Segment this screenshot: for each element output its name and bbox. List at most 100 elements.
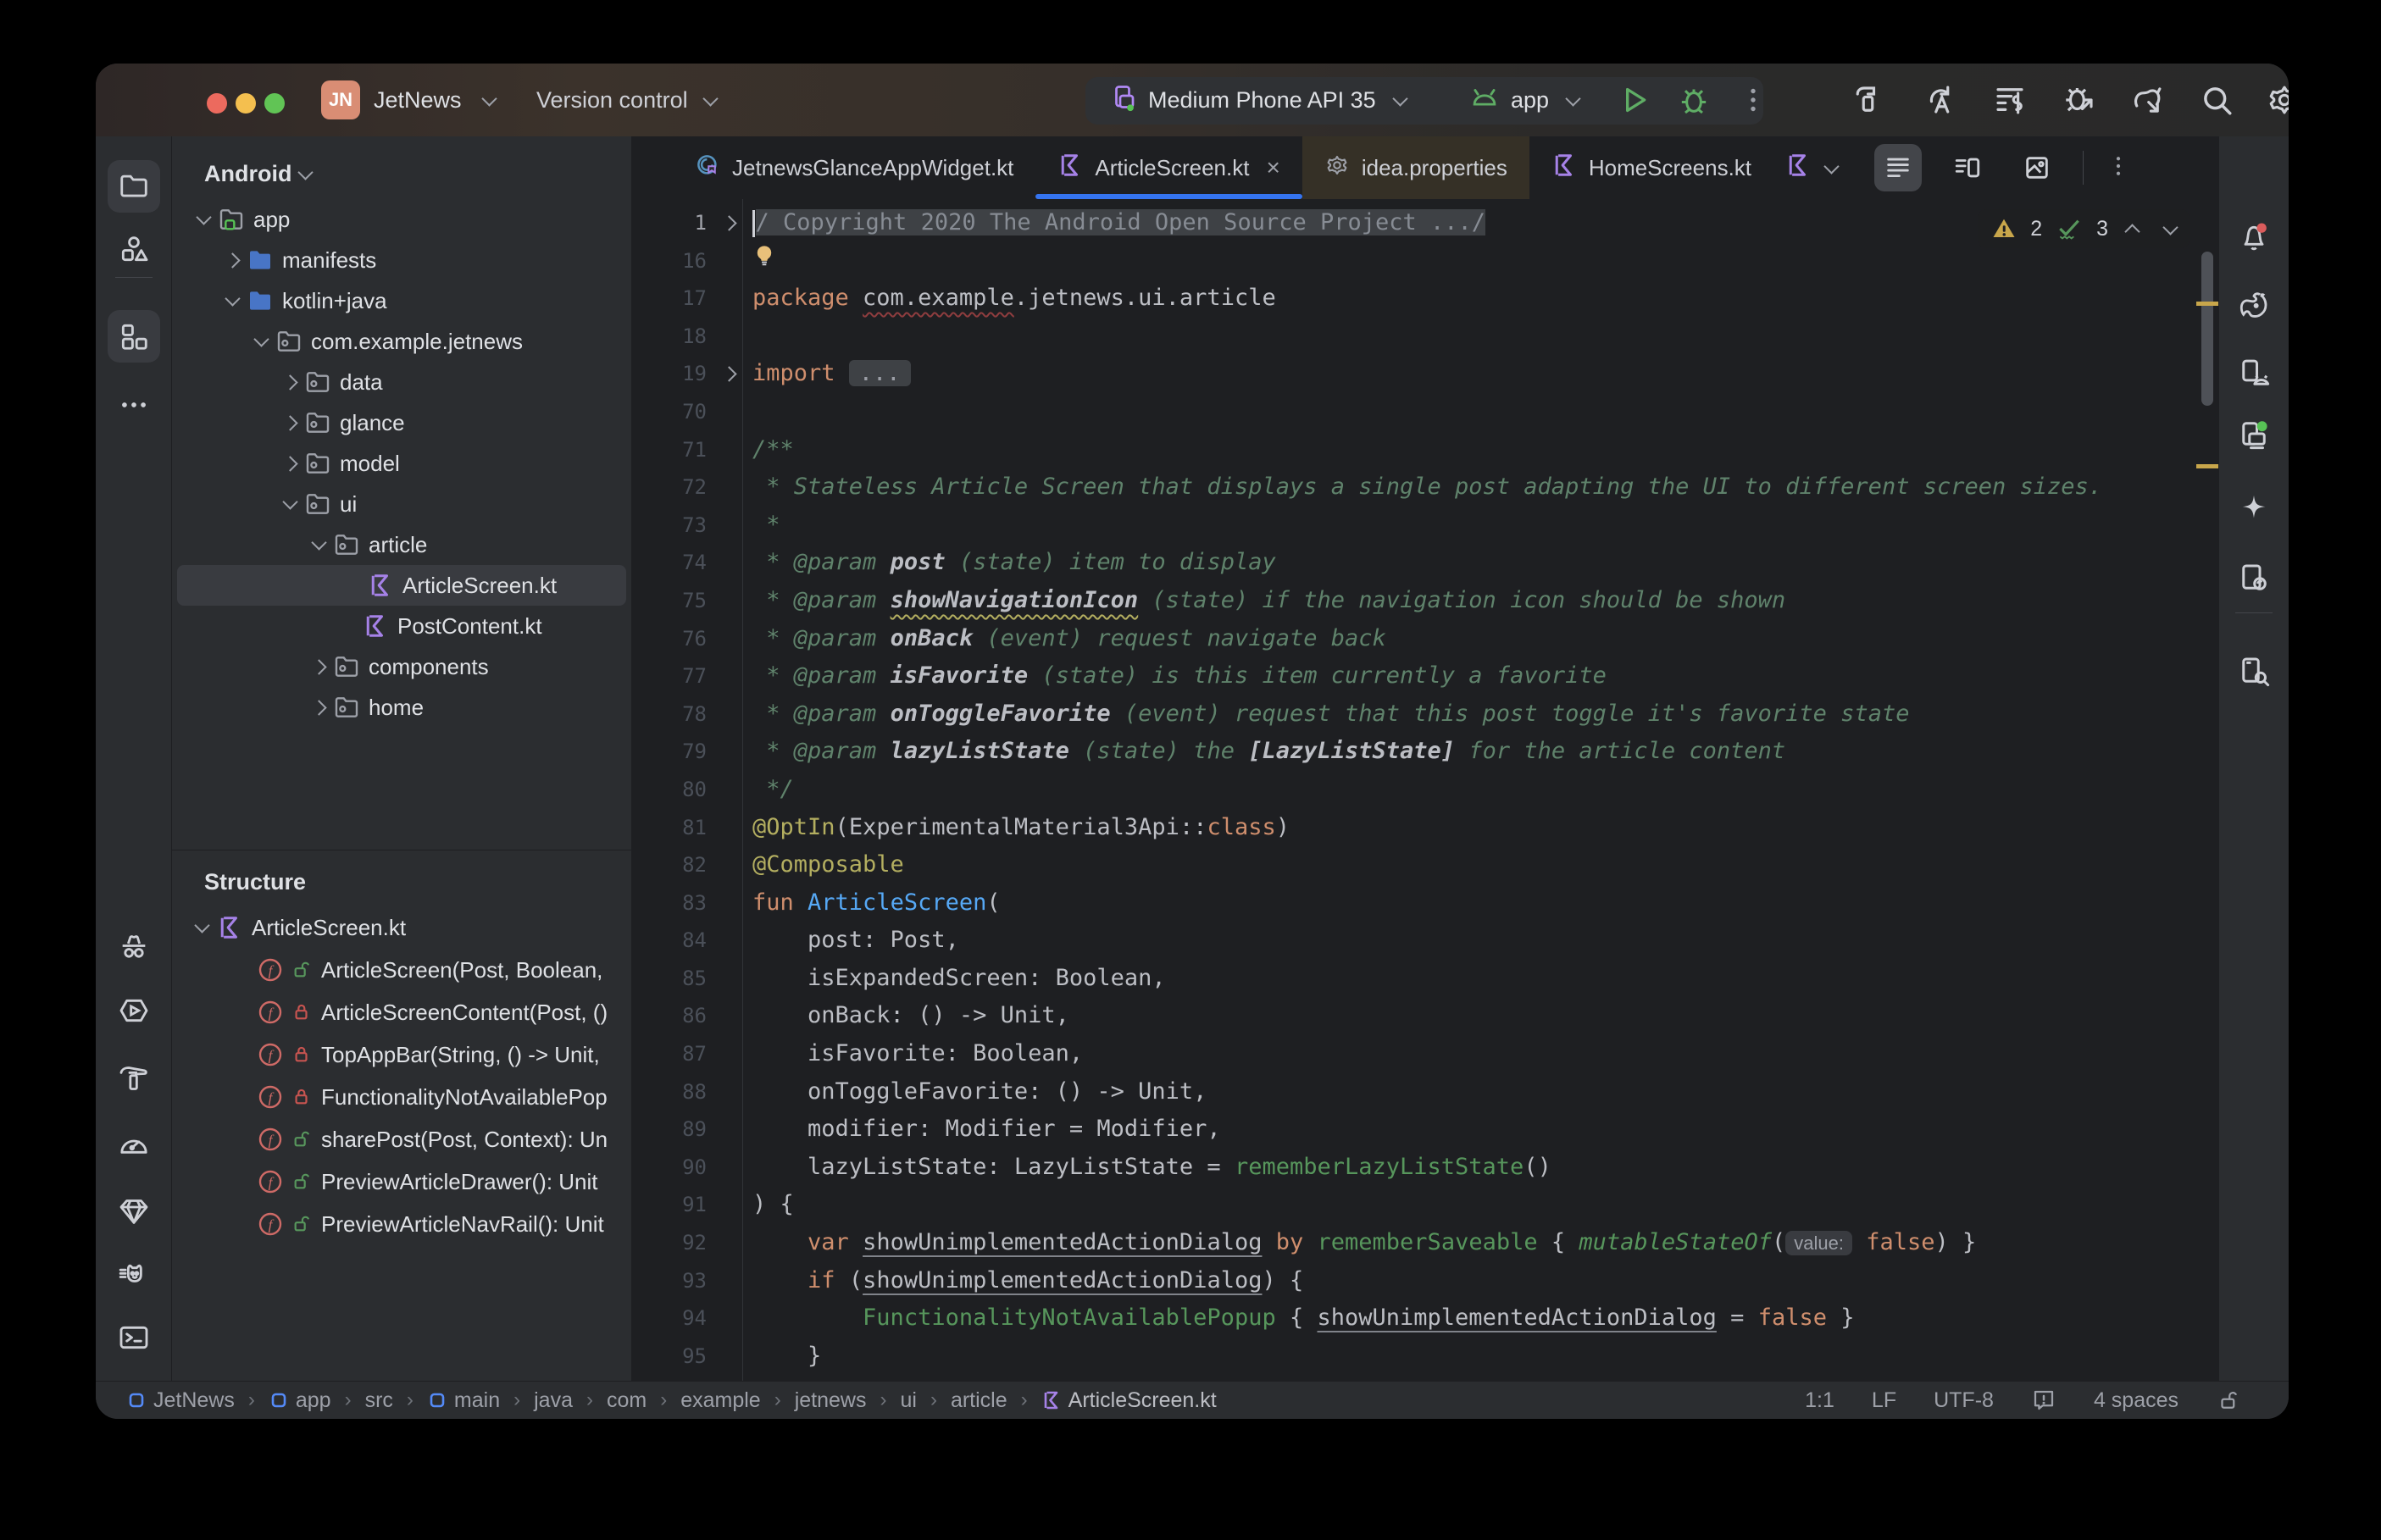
sync-project-button[interactable] [1923, 64, 1958, 136]
tree-collapsed-chevron[interactable] [221, 255, 243, 266]
code-line-84[interactable]: 84 post: Post, [632, 922, 2218, 960]
inspections-widget[interactable]: 2 3 [1978, 209, 2190, 248]
structure-item[interactable]: f TopAppBar(String, () -> Unit, [172, 1033, 631, 1076]
line-number[interactable]: 1 [632, 204, 707, 242]
tree-collapsed-chevron[interactable] [279, 458, 301, 469]
device-mirror-button[interactable] [2129, 64, 2165, 136]
profiler-button[interactable] [1992, 64, 2028, 136]
code-line-82[interactable]: 82 @Composable [632, 846, 2218, 884]
structure-item[interactable]: f FunctionalityNotAvailablePop [172, 1076, 631, 1118]
logcat-tool-icon[interactable] [108, 1249, 160, 1301]
line-number[interactable]: 16 [632, 242, 707, 280]
code-line-88[interactable]: 88 onToggleFavorite: () -> Unit, [632, 1073, 2218, 1111]
tree-item-ArticleScreen.kt[interactable]: ArticleScreen.kt [177, 565, 626, 606]
tree-item-PostContent.kt[interactable]: PostContent.kt [172, 606, 631, 646]
code-line-90[interactable]: 90 lazyListState: LazyListState = rememb… [632, 1149, 2218, 1187]
maximize-window-button[interactable] [264, 93, 285, 114]
code-line-19[interactable]: 19 import ... [632, 355, 2218, 393]
tree-item-com.example.jetnews[interactable]: com.example.jetnews [172, 321, 631, 362]
code-line-94[interactable]: 94 FunctionalityNotAvailablePopup { show… [632, 1299, 2218, 1338]
code-line-72[interactable]: 72 * Stateless Article Screen that displ… [632, 468, 2218, 507]
run-configuration-selector[interactable]: app [1468, 64, 1579, 136]
code-line-17[interactable]: 17 package com.example.jetnews.ui.articl… [632, 280, 2218, 318]
breadcrumb-item-com[interactable]: com [607, 1388, 647, 1413]
breadcrumb-item-ui[interactable]: ui [900, 1388, 916, 1413]
line-number[interactable]: 85 [632, 960, 707, 998]
tree-item-article[interactable]: article [172, 524, 631, 565]
breadcrumb-item-article[interactable]: article [951, 1388, 1007, 1413]
design-view-button[interactable] [2013, 144, 2061, 191]
previous-problem-icon[interactable] [2124, 224, 2140, 239]
profiler-tool-icon[interactable] [108, 1119, 160, 1172]
line-number[interactable]: 95 [632, 1338, 707, 1376]
line-number[interactable]: 83 [632, 884, 707, 922]
tree-collapsed-chevron[interactable] [279, 418, 301, 429]
more-run-options-button[interactable] [1738, 64, 1768, 136]
code-line-77[interactable]: 77 * @param isFavorite (state) is this i… [632, 657, 2218, 695]
code-line-93[interactable]: 93 if (showUnimplementedActionDialog) { [632, 1262, 2218, 1300]
resource-manager-icon[interactable] [108, 223, 160, 275]
settings-button[interactable] [2267, 64, 2289, 136]
line-number[interactable]: 70 [632, 393, 707, 431]
code-line-73[interactable]: 73 * [632, 507, 2218, 545]
tree-collapsed-chevron[interactable] [279, 377, 301, 388]
running-devices-icon[interactable] [2228, 407, 2280, 460]
close-window-button[interactable] [207, 93, 227, 114]
message-exclamation-icon[interactable] [2031, 1388, 2056, 1413]
line-number[interactable]: 84 [632, 922, 707, 960]
project-widget[interactable]: JN JetNews [321, 64, 495, 136]
line-number[interactable]: 78 [632, 695, 707, 734]
tree-expanded-chevron[interactable] [191, 920, 213, 936]
gradle-tool-icon[interactable] [2228, 279, 2280, 331]
more-tool-windows-icon[interactable] [108, 379, 160, 431]
breadcrumb-item-jetnews[interactable]: jetnews [795, 1388, 867, 1413]
code-line-89[interactable]: 89 modifier: Modifier = Modifier, [632, 1111, 2218, 1149]
tree-collapsed-chevron[interactable] [308, 662, 330, 673]
tree-expanded-chevron[interactable] [250, 334, 272, 350]
line-number[interactable]: 77 [632, 657, 707, 695]
breadcrumb-item-JetNews[interactable]: JetNews [126, 1388, 235, 1413]
code-line-76[interactable]: 76 * @param onBack (event) request navig… [632, 620, 2218, 658]
tree-item-app[interactable]: app [172, 199, 631, 240]
indent-widget[interactable]: 4 spaces [2094, 1388, 2178, 1413]
search-everywhere-button[interactable] [2199, 64, 2234, 136]
breadcrumb-item-src[interactable]: src [365, 1388, 393, 1413]
build-button[interactable] [1853, 64, 1889, 136]
line-ending-widget[interactable]: LF [1872, 1388, 1896, 1413]
line-number[interactable]: 80 [632, 771, 707, 809]
line-number[interactable]: 92 [632, 1224, 707, 1262]
structure-item[interactable]: f PreviewArticleNavRail(): Unit [172, 1203, 631, 1245]
tree-item-kotlin+java[interactable]: kotlin+java [172, 280, 631, 321]
line-number[interactable]: 90 [632, 1149, 707, 1187]
tree-item-components[interactable]: components [172, 646, 631, 687]
unlocked-icon[interactable] [2216, 1388, 2241, 1413]
fold-chevron-icon[interactable] [707, 355, 751, 393]
breadcrumb-item-java[interactable]: java [534, 1388, 573, 1413]
code-line-86[interactable]: 86 onBack: () -> Unit, [632, 997, 2218, 1035]
device-selector[interactable]: Medium Phone API 35 [1107, 64, 1406, 136]
tree-collapsed-chevron[interactable] [308, 702, 330, 713]
structure-item[interactable]: f ArticleScreenContent(Post, () [172, 991, 631, 1033]
code-line-75[interactable]: 75 * @param showNavigationIcon (state) i… [632, 582, 2218, 620]
code-line-74[interactable]: 74 * @param post (state) item to display [632, 544, 2218, 582]
line-number[interactable]: 75 [632, 582, 707, 620]
editor-tab-JetnewsGlanceAppWidget.kt[interactable]: JetnewsGlanceAppWidget.kt [673, 136, 1035, 199]
code-line-85[interactable]: 85 isExpandedScreen: Boolean, [632, 960, 2218, 998]
debug-button[interactable] [1677, 64, 1711, 136]
line-number[interactable]: 79 [632, 733, 707, 771]
tab-options-icon[interactable] [2106, 153, 2131, 183]
code-view-button[interactable] [1874, 144, 1922, 191]
gemini-icon[interactable] [2228, 481, 2280, 534]
app-inspection-tool-icon[interactable] [108, 1185, 160, 1238]
running-devices-tool-icon[interactable] [108, 984, 160, 1037]
line-number[interactable]: 93 [632, 1262, 707, 1300]
code-editor[interactable]: 1 / Copyright 2020 The Android Open Sour… [632, 199, 2218, 1381]
tree-item-ui[interactable]: ui [172, 484, 631, 524]
structure-root[interactable]: ArticleScreen.kt [172, 906, 631, 949]
device-manager-tool-icon[interactable] [2228, 347, 2280, 400]
line-number[interactable]: 89 [632, 1111, 707, 1149]
line-number[interactable]: 86 [632, 997, 707, 1035]
line-number[interactable]: 81 [632, 809, 707, 847]
vcs-widget[interactable]: Version control [536, 64, 716, 136]
encoding-widget[interactable]: UTF-8 [1934, 1388, 1994, 1413]
